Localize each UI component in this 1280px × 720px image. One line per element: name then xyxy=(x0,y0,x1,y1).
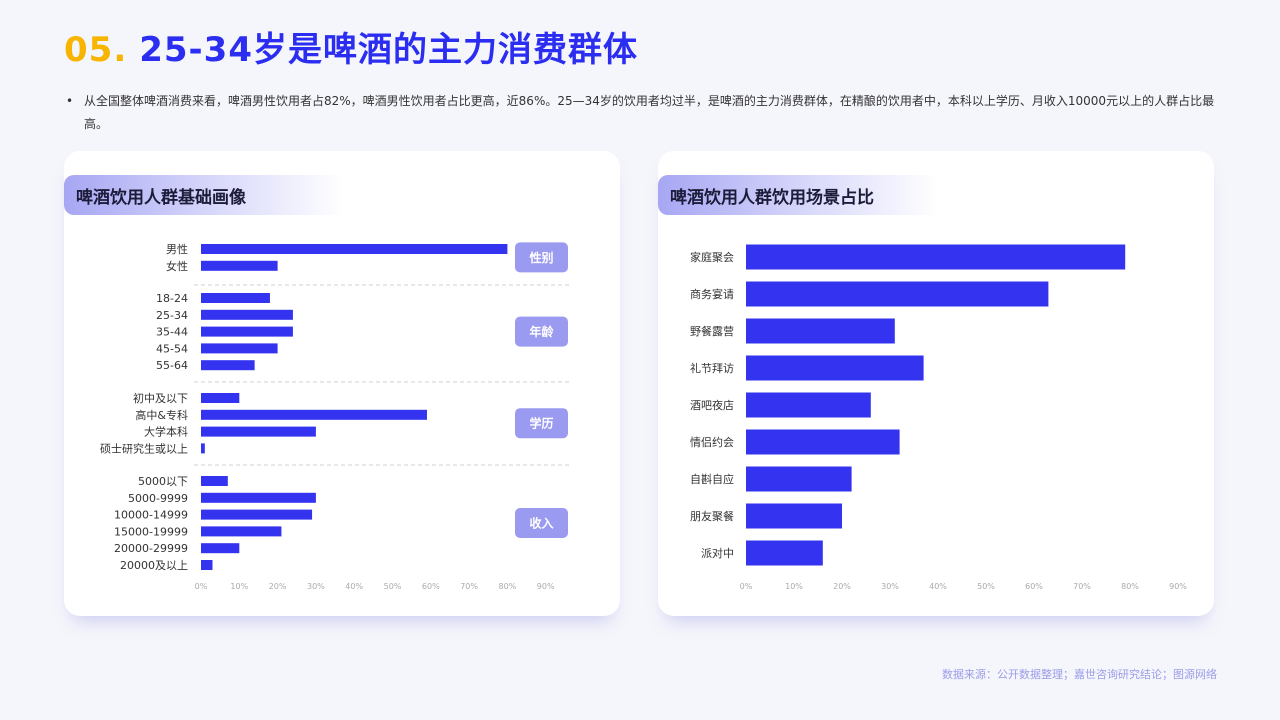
data-bar xyxy=(746,318,895,344)
category-label: 高中&专科 xyxy=(135,408,188,422)
data-bar xyxy=(201,244,508,254)
category-label: 55-64 xyxy=(156,359,188,372)
category-label: 家庭聚会 xyxy=(690,250,734,264)
category-label: 男性 xyxy=(166,242,188,256)
data-bar xyxy=(201,393,240,403)
category-label: 酒吧夜店 xyxy=(690,398,734,412)
x-tick-label: 60% xyxy=(1025,582,1043,591)
x-tick-label: 0% xyxy=(740,582,753,591)
x-tick-label: 20% xyxy=(833,582,851,591)
category-label: 情侣约会 xyxy=(690,435,734,449)
data-bar xyxy=(746,244,1126,270)
data-bar xyxy=(201,409,427,420)
category-label: 朋友聚餐 xyxy=(690,509,734,523)
data-bar xyxy=(201,260,278,271)
data-bar xyxy=(201,560,213,570)
x-tick-label: 10% xyxy=(785,582,803,591)
x-tick-label: 20% xyxy=(269,582,287,591)
category-label: 5000以下 xyxy=(138,475,188,488)
group-tag-label: 性别 xyxy=(528,250,553,265)
x-tick-label: 90% xyxy=(537,582,555,591)
category-label: 15000-19999 xyxy=(114,525,188,538)
data-bar xyxy=(201,443,205,454)
data-bar xyxy=(201,293,270,303)
demographics-bar-chart: 男性女性 性别 18-24 25-34 35-44 45-54 55-64 年龄初中及以下高中… xyxy=(100,242,569,591)
category-label: 派对中 xyxy=(701,546,734,560)
category-label: 大学本科 xyxy=(144,425,188,439)
data-source-note: 数据来源：公开数据整理；嘉世咨询研究结论；图源网络 xyxy=(942,668,1217,681)
data-bar xyxy=(201,343,278,354)
category-label: 初中及以下 xyxy=(133,391,188,405)
category-label: 硕士研究生或以上 xyxy=(100,441,188,455)
data-bar xyxy=(201,326,293,337)
x-tick-label: 80% xyxy=(499,582,517,591)
page-title: 05. 25-34岁是啤酒的主力消费群体 xyxy=(64,22,638,71)
data-bar xyxy=(746,355,924,381)
x-tick-label: 70% xyxy=(1073,582,1091,591)
data-bar xyxy=(201,309,293,320)
category-label: 25-34 xyxy=(156,309,188,322)
scenario-card: 啤酒饮用人群饮用场景占比 家庭聚会 商务宴请 野餐露营 礼节拜访 酒吧夜店 情侣约会 自斟自… xyxy=(658,151,1214,616)
x-tick-label: 50% xyxy=(977,582,995,591)
data-bar xyxy=(746,281,1049,307)
data-bar xyxy=(746,429,900,455)
data-bar xyxy=(201,543,240,554)
bullet-dot: • xyxy=(66,94,74,108)
category-label: 野餐露营 xyxy=(690,324,734,338)
x-tick-label: 60% xyxy=(422,582,440,591)
x-tick-label: 40% xyxy=(929,582,947,591)
section-title: 25-34岁是啤酒的主力消费群体 xyxy=(139,30,638,70)
data-bar xyxy=(746,392,871,418)
page-background: 05. 25-34岁是啤酒的主力消费群体 • 从全国整体啤酒消费来看，啤酒男性饮… xyxy=(0,0,1280,720)
x-tick-label: 90% xyxy=(1169,582,1187,591)
summary-paragraph: • 从全国整体啤酒消费来看，啤酒男性饮用者占82%，啤酒男性饮用者占比更高，近8… xyxy=(64,90,1224,136)
data-bar xyxy=(201,360,255,371)
x-tick-label: 80% xyxy=(1121,582,1139,591)
x-tick-label: 30% xyxy=(881,582,899,591)
group-tag-label: 年龄 xyxy=(529,324,554,339)
category-label: 5000-9999 xyxy=(128,492,188,505)
x-tick-label: 40% xyxy=(345,582,363,591)
category-label: 18-24 xyxy=(156,292,188,305)
data-bar xyxy=(201,426,316,437)
category-label: 礼节拜访 xyxy=(690,361,734,375)
summary-text: 从全国整体啤酒消费来看，啤酒男性饮用者占82%，啤酒男性饮用者占比更高，近86%… xyxy=(84,94,1215,131)
category-label: 自斟自应 xyxy=(690,472,734,486)
x-tick-label: 30% xyxy=(307,582,325,591)
category-label: 35-44 xyxy=(156,326,188,339)
x-tick-label: 70% xyxy=(460,582,478,591)
x-tick-label: 50% xyxy=(384,582,402,591)
x-tick-label: 10% xyxy=(230,582,248,591)
data-bar xyxy=(746,540,823,566)
category-label: 45-54 xyxy=(156,342,188,355)
category-label: 20000-29999 xyxy=(114,542,188,555)
section-number: 05. xyxy=(64,30,128,70)
category-label: 女性 xyxy=(166,259,188,273)
group-tag-label: 学历 xyxy=(529,416,553,431)
group-tag-label: 收入 xyxy=(529,516,553,531)
data-bar xyxy=(746,503,842,529)
category-label: 商务宴请 xyxy=(690,287,734,301)
category-label: 20000及以上 xyxy=(120,559,188,572)
category-label: 10000-14999 xyxy=(114,509,188,522)
scenario-bar-chart: 家庭聚会商务宴请野餐露营礼节拜访酒吧夜店情侣约会自斟自应朋友聚餐派对中 0% 10%… xyxy=(690,244,1187,591)
data-bar xyxy=(201,492,316,503)
demographics-card: 啤酒饮用人群基础画像 男性 女性 性别 18-24 25-34 35-44 45-54 55-… xyxy=(64,151,620,616)
x-tick-label: 0% xyxy=(195,582,208,591)
data-bar xyxy=(746,466,852,492)
data-bar xyxy=(201,509,313,520)
data-bar xyxy=(201,476,228,486)
data-bar xyxy=(201,526,282,537)
